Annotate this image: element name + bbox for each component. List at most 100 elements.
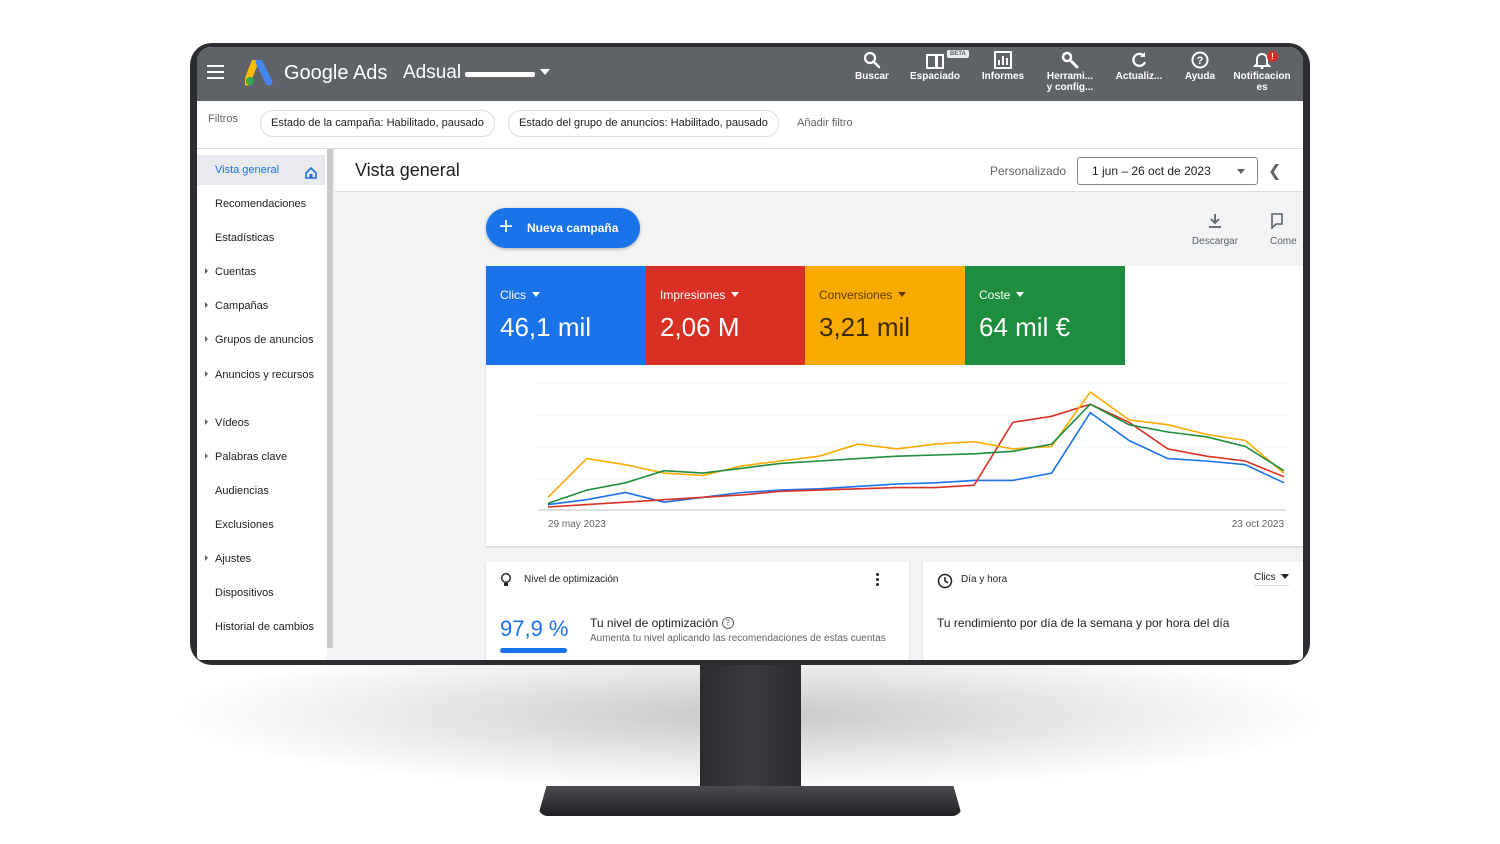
- optimization-title: Nivel de optimización: [524, 574, 619, 585]
- screen: Google Ads Adsual Buscar BETA Espaciado …: [197, 47, 1303, 660]
- reports-icon: [994, 51, 1012, 69]
- page-title: Vista general: [355, 160, 460, 180]
- metric-value: 46,1 mil: [500, 312, 592, 342]
- sidebar-item-label: Audiencias: [215, 485, 269, 497]
- chevron-down-icon: [1016, 292, 1025, 297]
- wrench-icon: [1061, 51, 1079, 69]
- sidebar-item[interactable]: Estadísticas: [215, 231, 320, 245]
- chevron-down-icon: [1280, 574, 1289, 579]
- menu-icon[interactable]: [207, 65, 224, 79]
- optimization-card: Nivel de optimización 97,9 % Tu nivel de…: [486, 562, 909, 660]
- home-icon: [305, 167, 317, 179]
- metric-value: 2,06 M: [660, 312, 740, 342]
- search-tool[interactable]: Buscar: [837, 51, 907, 82]
- sidebar-item-label: Recomendaciones: [215, 198, 307, 210]
- metric-tile-conversions[interactable]: Conversiones 3,21 mil: [805, 266, 965, 365]
- new-campaign-button[interactable]: + Nueva campaña: [486, 208, 640, 248]
- day-hour-subtitle: Tu rendimiento por día de la semana y po…: [937, 616, 1230, 630]
- add-filter-button[interactable]: Añadir filtro: [797, 117, 853, 129]
- day-hour-card: Día y hora Clics Tu rendimiento por día …: [923, 562, 1303, 660]
- optimization-progress-fill: [500, 648, 567, 653]
- refresh-tool[interactable]: Actualiz...: [1104, 51, 1174, 82]
- schedule-icon: [937, 573, 953, 589]
- download-button[interactable]: Descargar: [1187, 213, 1243, 247]
- optimization-description: Aumenta tu nivel aplicando las recomenda…: [590, 633, 886, 644]
- account-redaction: [465, 72, 535, 77]
- monitor-stand-neck: [700, 662, 801, 802]
- sidebar: Vista general Recomendaciones Estadísticas…: [197, 149, 327, 660]
- expand-arrow-icon: [205, 268, 208, 274]
- help-icon: ?: [1191, 51, 1209, 69]
- sidebar-item-label: Grupos de anuncios: [215, 334, 314, 346]
- refresh-icon: [1132, 52, 1147, 67]
- date-range-label: Personalizado: [990, 164, 1067, 178]
- monitor-stand-base: [538, 786, 962, 816]
- metric-value: 64 mil €: [979, 312, 1071, 342]
- sidebar-item[interactable]: Vídeos: [205, 416, 320, 430]
- metric-tile-cost[interactable]: Coste 64 mil €: [965, 266, 1125, 365]
- brand-name: Google Ads: [284, 62, 388, 84]
- reports-tool[interactable]: Informes: [968, 51, 1038, 82]
- sidebar-item-label: Vídeos: [215, 417, 250, 429]
- metric-tile-impressions[interactable]: Impresiones 2,06 M: [646, 266, 806, 365]
- chevron-down-icon: [1237, 169, 1245, 174]
- sidebar-scrollbar[interactable]: [327, 149, 333, 648]
- sidebar-item[interactable]: Historial de cambios: [215, 620, 320, 634]
- comment-icon: [1271, 213, 1283, 230]
- filter-bar: Filtros Estado de la campaña: Habilitado…: [197, 101, 1303, 149]
- day-hour-title: Día y hora: [961, 574, 1008, 585]
- adgroup-status-filter[interactable]: Estado del grupo de anuncios: Habilitado…: [508, 110, 779, 137]
- beta-badge: BETA: [947, 50, 969, 58]
- tools-config[interactable]: Herrami... y config...: [1035, 51, 1105, 93]
- sidebar-item[interactable]: Cuentas: [205, 265, 320, 279]
- optimization-progress: [500, 648, 568, 653]
- sidebar-item-label: Exclusiones: [215, 519, 274, 531]
- account-dropdown-icon[interactable]: [540, 69, 550, 75]
- sidebar-item[interactable]: Recomendaciones: [215, 197, 320, 211]
- optimization-score: 97,9 %: [500, 616, 569, 641]
- expand-arrow-icon: [205, 302, 208, 308]
- sidebar-item-label: Estadísticas: [215, 232, 275, 244]
- performance-chart-card: Clics 46,1 mil Impresiones 2,06 M Conver…: [486, 266, 1303, 546]
- expand-arrow-icon: [205, 371, 208, 377]
- lightbulb-icon: [501, 573, 511, 586]
- sidebar-item-label: Ajustes: [215, 553, 252, 565]
- chevron-left-icon[interactable]: ❮: [1268, 161, 1281, 181]
- sidebar-item[interactable]: Campañas: [205, 299, 320, 313]
- spacing-tool[interactable]: BETA Espaciado: [900, 50, 970, 82]
- search-icon: [863, 51, 881, 69]
- metric-tile-clicks[interactable]: Clics 46,1 mil: [486, 266, 646, 365]
- sidebar-item[interactable]: Anuncios y recursos: [205, 368, 320, 382]
- series-line-coste: [547, 403, 1285, 505]
- sidebar-item-label: Campañas: [215, 300, 269, 312]
- campaign-status-filter[interactable]: Estado de la campaña: Habilitado, pausad…: [260, 110, 495, 137]
- sidebar-item[interactable]: Grupos de anuncios: [205, 333, 320, 347]
- sidebar-item[interactable]: Audiencias: [215, 484, 320, 498]
- sidebar-item[interactable]: Dispositivos: [215, 586, 320, 600]
- google-ads-logo: [245, 60, 273, 86]
- more-vert-icon[interactable]: [876, 573, 880, 588]
- notifications-tool[interactable]: ! Notificacion es: [1227, 51, 1297, 93]
- sidebar-item[interactable]: Ajustes: [205, 552, 320, 566]
- comments-button[interactable]: Come: [1270, 213, 1303, 247]
- metric-select[interactable]: Clics: [1254, 572, 1289, 586]
- series-line-conversiones: [547, 390, 1285, 498]
- x-axis-start-label: 29 may 2023: [548, 519, 606, 530]
- top-bar: Google Ads Adsual Buscar BETA Espaciado …: [197, 47, 1303, 101]
- x-axis-end-label: 23 oct 2023: [1232, 519, 1285, 530]
- help-tool[interactable]: ? Ayuda: [1165, 51, 1235, 82]
- account-name[interactable]: Adsual: [403, 62, 461, 84]
- sidebar-item[interactable]: Palabras clave: [205, 450, 320, 464]
- help-outline-icon: ?: [721, 617, 734, 629]
- expand-arrow-icon: [205, 453, 208, 459]
- sidebar-item[interactable]: Exclusiones: [215, 518, 320, 532]
- notification-badge: !: [1267, 51, 1278, 62]
- expand-arrow-icon: [205, 419, 208, 425]
- sidebar-item-label: Historial de cambios: [215, 621, 315, 633]
- download-icon: [1209, 214, 1221, 228]
- date-range-select[interactable]: 1 jun – 26 oct de 2023: [1077, 157, 1258, 185]
- performance-line-chart: 29 may 2023 23 oct 2023: [538, 382, 1286, 530]
- chevron-down-icon: [898, 292, 907, 297]
- sidebar-item-label: Vista general: [215, 164, 280, 176]
- chevron-down-icon: [532, 292, 540, 297]
